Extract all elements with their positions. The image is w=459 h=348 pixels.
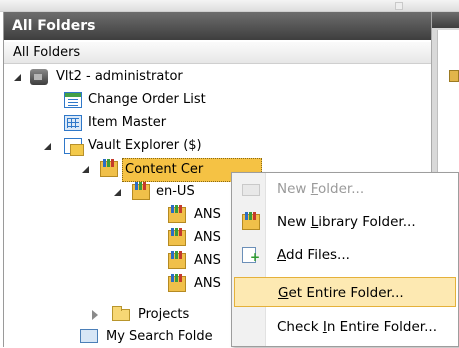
tree-item-label: Vault Explorer ($) xyxy=(88,138,202,153)
list-icon xyxy=(64,92,82,108)
expand-arrow-icon[interactable] xyxy=(14,74,21,81)
menu-item-label: New Folder... xyxy=(277,181,365,197)
expand-arrow-icon[interactable] xyxy=(44,143,51,150)
library-folder-icon xyxy=(168,251,186,269)
adjacent-pane-header xyxy=(432,12,459,28)
tree-item-label: Projects xyxy=(138,307,190,322)
tree-item-label: ANS xyxy=(194,276,221,291)
search-folder-icon xyxy=(80,329,98,343)
menu-item-new-library-folder[interactable]: New Library Folder... xyxy=(234,207,456,237)
library-folder-icon xyxy=(242,212,260,230)
collapse-arrow-icon[interactable] xyxy=(92,310,98,320)
vault-icon xyxy=(64,138,84,156)
panel-title: All Folders xyxy=(4,12,432,40)
folder-icon xyxy=(112,306,130,321)
grid-icon xyxy=(64,115,82,131)
toolbar-grip-icon xyxy=(395,2,403,10)
tree-item-label: Change Order List xyxy=(88,92,206,107)
top-toolbar-strip xyxy=(0,0,459,12)
tree-item-ansi-1[interactable]: ANS xyxy=(168,204,223,226)
library-folder-icon xyxy=(100,159,118,177)
tree-item-label: Item Master xyxy=(88,115,167,130)
menu-item-add-files[interactable]: Add Files... xyxy=(234,240,456,270)
library-folder-icon xyxy=(168,274,186,292)
menu-item-get-entire-folder[interactable]: Get Entire Folder... xyxy=(234,277,456,307)
menu-item-label: Get Entire Folder... xyxy=(278,285,404,301)
add-files-icon xyxy=(242,247,260,263)
menu-item-check-in-entire-folder[interactable]: Check In Entire Folder... xyxy=(234,312,456,342)
tree-item-my-search-folders[interactable]: My Search Folde xyxy=(80,326,215,348)
context-menu: New Folder... New Library Folder... Add … xyxy=(231,172,459,347)
library-folder-icon xyxy=(132,182,150,200)
server-icon xyxy=(30,69,48,85)
new-folder-icon xyxy=(242,184,260,196)
tree-item-label: ANS xyxy=(194,230,221,245)
tree-item-projects[interactable]: Projects xyxy=(92,304,191,326)
tree-item-label: ANS xyxy=(194,207,221,222)
tree-item-label: Vlt2 - administrator xyxy=(56,69,183,84)
tree-item-label: ANS xyxy=(194,253,221,268)
menu-item-label: New Library Folder... xyxy=(277,214,416,230)
vault-window: All Folders All Folders Vlt2 - administr… xyxy=(0,0,459,347)
tree-item-ansi-4[interactable]: ANS xyxy=(168,273,223,295)
tree-item-label: My Search Folde xyxy=(106,329,213,344)
menu-item-label: Add Files... xyxy=(277,247,350,263)
menu-item-new-folder[interactable]: New Folder... xyxy=(234,174,456,204)
tree-item-ansi-2[interactable]: ANS xyxy=(168,227,223,249)
expand-arrow-icon[interactable] xyxy=(114,189,121,196)
file-icon xyxy=(449,70,459,82)
column-header-all-folders[interactable]: All Folders xyxy=(4,42,432,64)
expand-arrow-icon[interactable] xyxy=(82,166,89,173)
menu-item-label: Check In Entire Folder... xyxy=(277,319,437,335)
library-folder-icon xyxy=(168,228,186,246)
tree-item-item-master[interactable]: Item Master xyxy=(64,112,168,134)
tree-item-vault-explorer[interactable]: Vault Explorer ($) xyxy=(44,135,204,157)
tree-item-ansi-3[interactable]: ANS xyxy=(168,250,223,272)
tree-item-change-order-list[interactable]: Change Order List xyxy=(64,89,208,111)
tree-item-label: en-US xyxy=(156,184,195,199)
library-folder-icon xyxy=(168,205,186,223)
tree-item-en-us[interactable]: en-US xyxy=(114,181,197,203)
tree-item-root[interactable]: Vlt2 - administrator xyxy=(14,66,185,88)
